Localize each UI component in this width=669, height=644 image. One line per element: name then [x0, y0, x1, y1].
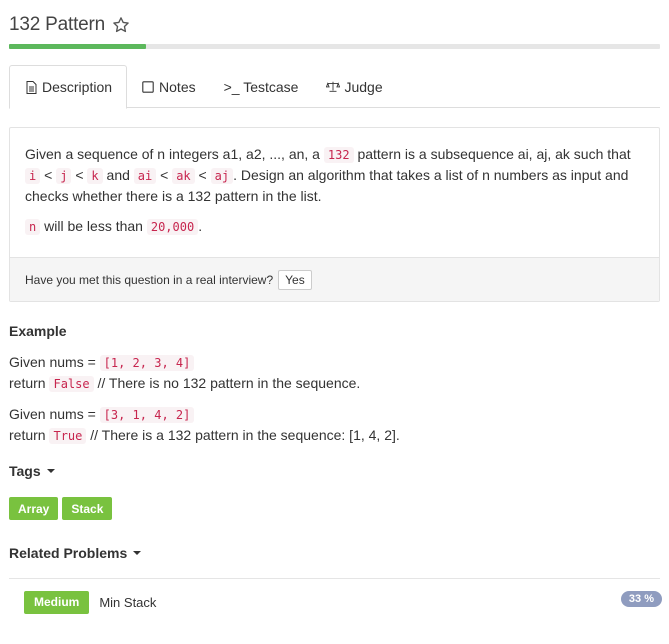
description-paragraph: Given a sequence of n integers a1, a2, .… [25, 144, 644, 206]
difficulty-badge: Medium [24, 590, 90, 614]
heading-text: Related Problems [9, 545, 128, 561]
text: // There is a 132 pattern in the sequenc… [86, 427, 400, 443]
heading-text: Example [9, 323, 67, 339]
inline-code: ak [172, 168, 195, 184]
text: and [102, 167, 134, 183]
problem-header: 132 Pattern [9, 12, 130, 38]
inline-code: 132 [323, 147, 354, 163]
text: < [194, 167, 211, 183]
inline-code: k [87, 168, 103, 184]
interview-question-text: Have you met this question in a real int… [25, 272, 274, 287]
description-body: Given a sequence of n integers a1, a2, .… [10, 128, 659, 237]
tab-label: Notes [159, 78, 196, 95]
tab-bar: Description Notes >_ Testcase Judge [9, 65, 660, 109]
text: // There is no 132 pattern in the sequen… [93, 375, 361, 391]
inline-code: j [56, 168, 72, 184]
example-case: Given nums = [1, 2, 3, 4] return False /… [9, 352, 400, 394]
progress-bar [9, 44, 660, 49]
inline-code: n [25, 219, 41, 235]
inline-code: [1, 2, 3, 4] [99, 355, 195, 371]
caret-down-icon [133, 551, 142, 555]
tags-heading[interactable]: Tags [9, 463, 55, 479]
tag-array[interactable]: Array [9, 497, 59, 520]
tag-stack[interactable]: Stack [62, 497, 113, 520]
tab-label: Description [42, 79, 113, 95]
yes-button[interactable]: Yes [278, 269, 312, 290]
tab-description[interactable]: Description [9, 65, 128, 109]
related-problem-link[interactable]: Min Stack [99, 595, 156, 610]
interview-question-bar: Have you met this question in a real int… [10, 257, 659, 301]
text: Given nums = [9, 354, 100, 370]
divider [9, 578, 660, 579]
heading-text: Tags [9, 463, 41, 479]
text: . [198, 218, 203, 234]
text: Given a sequence of n integers a1, a2, .… [25, 146, 324, 162]
text: return [9, 427, 50, 443]
description-panel: Given a sequence of n integers a1, a2, .… [9, 127, 660, 302]
note-icon [141, 80, 155, 94]
acceptance-badge: 33 % [620, 591, 662, 607]
document-icon [24, 80, 38, 94]
tab-testcase[interactable]: >_ Testcase [210, 65, 313, 108]
inline-code: 20,000 [146, 219, 199, 235]
inline-code: False [49, 376, 94, 392]
text: < [40, 167, 57, 183]
inline-code: ai [133, 168, 157, 184]
text: will be less than [40, 218, 147, 234]
tab-label: >_ Testcase [223, 78, 299, 95]
inline-code: True [49, 428, 87, 444]
star-icon[interactable] [112, 16, 130, 34]
related-problems-heading[interactable]: Related Problems [9, 545, 142, 561]
caret-down-icon [46, 469, 55, 473]
inline-code: i [25, 168, 41, 184]
related-problem-row[interactable]: Medium Min Stack 33 % [24, 590, 664, 614]
inline-code: [3, 1, 4, 2] [99, 407, 195, 423]
text: < [71, 167, 88, 183]
constraint-paragraph: n will be less than 20,000. [25, 216, 644, 237]
page-title: 132 Pattern [9, 14, 106, 35]
text: pattern is a subsequence ai, aj, ak such… [353, 146, 631, 162]
progress-fill [9, 44, 146, 49]
tag-list: Array Stack [9, 497, 113, 520]
example-heading: Example [9, 323, 67, 339]
text: Given nums = [9, 406, 100, 422]
text: return [9, 375, 50, 391]
tab-judge[interactable]: Judge [312, 65, 396, 108]
tab-label: Judge [344, 78, 383, 95]
tab-notes[interactable]: Notes [127, 65, 210, 108]
scale-icon [326, 80, 341, 94]
example-block: Given nums = [1, 2, 3, 4] return False /… [9, 352, 400, 456]
text: < [156, 167, 173, 183]
inline-code: aj [210, 168, 234, 184]
example-case: Given nums = [3, 1, 4, 2] return True //… [9, 404, 400, 446]
